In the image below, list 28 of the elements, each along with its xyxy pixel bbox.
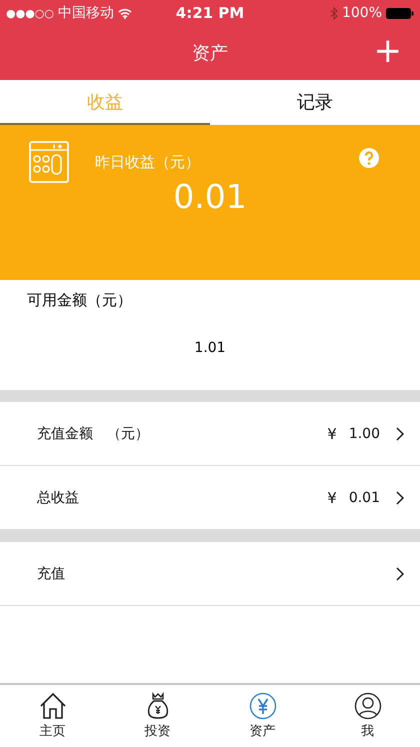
help-icon[interactable]	[359, 148, 379, 168]
chevron-icon	[396, 490, 404, 504]
carrier-name: 中国移动	[58, 4, 114, 22]
battery-icon	[386, 8, 414, 18]
chevron-icon	[396, 566, 404, 580]
page-title: 资产	[192, 42, 228, 65]
calculator-icon	[29, 141, 69, 183]
chevron-icon	[396, 426, 404, 440]
row-amount: 0.01	[348, 490, 380, 506]
add-button[interactable]: +	[370, 34, 406, 68]
yen-circle-icon	[248, 692, 276, 720]
earnings-label: 昨日收益（元）	[95, 153, 201, 172]
house-icon	[38, 692, 66, 720]
battery-percent: 100%	[342, 5, 382, 21]
row-amount: 1.00	[348, 426, 380, 442]
row-label: 总收益	[37, 488, 80, 506]
currency-symbol: ¥	[327, 488, 337, 506]
signal-dots: ●●●○○	[6, 6, 54, 20]
clock-time: 4:21 PM	[176, 4, 244, 22]
available-label: 可用金额（元）	[27, 291, 132, 310]
currency-symbol: ¥	[327, 424, 337, 442]
row-label: 充值金额 （元）	[37, 424, 150, 442]
row-label: 充值	[37, 564, 66, 582]
available-amount: 1.01	[194, 340, 226, 356]
wifi-icon	[118, 8, 132, 18]
bluetooth-icon	[330, 6, 338, 20]
earnings-amount: 0.01	[173, 177, 247, 216]
user-icon	[354, 692, 382, 720]
